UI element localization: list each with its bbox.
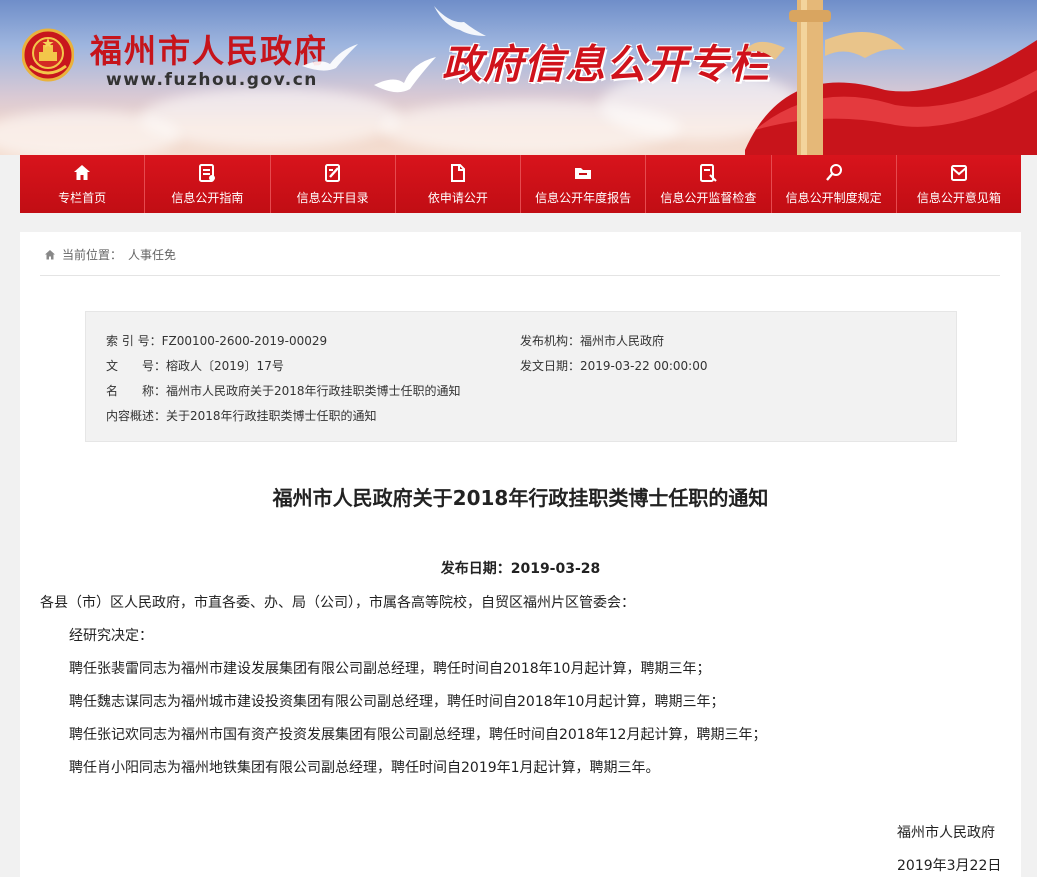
nav-item-catalog[interactable]: 信息公开目录 bbox=[270, 155, 396, 213]
nav-item-home[interactable]: 专栏首页 bbox=[20, 155, 146, 213]
paragraph: 聘任魏志谋同志为福州城市建设投资集团有限公司副总经理，聘任时间自2018年10月… bbox=[69, 694, 725, 710]
mailbox-icon bbox=[950, 164, 967, 181]
nav-item-label: 专栏首页 bbox=[58, 190, 107, 205]
paragraph: 聘任肖小阳同志为福州地铁集团有限公司副总经理，聘任时间自2019年1月起计算，聘… bbox=[69, 760, 660, 776]
nav-item-label: 信息公开目录 bbox=[296, 190, 369, 205]
meta-value: 福州市人民政府 bbox=[580, 334, 665, 348]
header-banner: 福州市人民政府 www.fuzhou.gov.cn 政府信息公开专栏 bbox=[0, 0, 1037, 155]
site-url[interactable]: www.fuzhou.gov.cn bbox=[106, 70, 318, 90]
nav-item-annual-report[interactable]: 信息公开年度报告 bbox=[521, 155, 647, 213]
nav-item-supervision[interactable]: 信息公开监督检查 bbox=[646, 155, 772, 213]
paragraph: 聘任张裴雷同志为福州市建设发展集团有限公司副总经理，聘任时间自2018年10月起… bbox=[69, 661, 711, 677]
meta-docno: 文 号：榕政人〔2019〕17号 bbox=[106, 357, 284, 374]
nav-item-regulations[interactable]: 信息公开制度规定 bbox=[771, 155, 897, 213]
sign-date: 2019年3月22日 bbox=[897, 858, 1002, 874]
divider bbox=[40, 275, 1000, 276]
meta-issue-date: 发文日期：2019-03-22 00:00:00 bbox=[520, 357, 707, 374]
nav-item-label: 信息公开制度规定 bbox=[785, 190, 882, 205]
salutation: 各县（市）区人民政府，市直各委、办、局（公司），市属各高等院校，自贸区福州片区管… bbox=[40, 595, 635, 611]
meta-publisher: 发布机构：福州市人民政府 bbox=[520, 332, 664, 349]
main-nav: 专栏首页 信息公开指南 信息公开目录 依申请公开 信息公开年度报告 信息公开监督… bbox=[20, 155, 1021, 213]
folder-icon bbox=[575, 167, 592, 179]
column-title: 政府信息公开专栏 bbox=[442, 42, 770, 88]
meta-info-box: 索 引 号：FZ00100-2600-2019-00029 发布机构：福州市人民… bbox=[85, 311, 957, 442]
paragraph: 聘任张记欢同志为福州市国有资产投资发展集团有限公司副总经理，聘任时间自2018年… bbox=[69, 727, 767, 743]
signature: 福州市人民政府 bbox=[897, 825, 995, 841]
meta-value: 关于2018年行政挂职类博士任职的通知 bbox=[166, 409, 377, 423]
guide-icon bbox=[199, 163, 216, 182]
search-icon bbox=[825, 163, 842, 181]
home-icon bbox=[74, 164, 91, 180]
nav-item-label: 依申请公开 bbox=[427, 190, 488, 205]
meta-label: 名 称： bbox=[106, 384, 167, 398]
meta-label: 发文日期： bbox=[520, 359, 581, 373]
nav-item-mailbox[interactable]: 信息公开意见箱 bbox=[896, 155, 1021, 213]
breadcrumb: 当前位置： 人事任免 bbox=[44, 246, 176, 263]
main-content: 当前位置： 人事任免 索 引 号：FZ00100-2600-2019-00029… bbox=[20, 232, 1021, 877]
breadcrumb-prefix: 当前位置： bbox=[62, 248, 123, 262]
dove-icon bbox=[302, 44, 358, 71]
paragraph: 经研究决定： bbox=[69, 628, 153, 644]
meta-value: 福州市人民政府关于2018年行政挂职类博士任职的通知 bbox=[166, 384, 461, 398]
catalog-icon bbox=[324, 163, 340, 182]
meta-summary: 内容概述：关于2018年行政挂职类博士任职的通知 bbox=[106, 407, 377, 424]
breadcrumb-current[interactable]: 人事任免 bbox=[128, 246, 176, 263]
meta-label: 索 引 号： bbox=[106, 334, 162, 348]
article-title: 福州市人民政府关于2018年行政挂职类博士任职的通知 bbox=[272, 486, 769, 510]
publish-date: 发布日期：2019-03-28 bbox=[440, 561, 601, 577]
nav-item-label: 信息公开监督检查 bbox=[660, 190, 757, 205]
national-emblem-icon bbox=[22, 28, 74, 82]
home-icon bbox=[45, 249, 55, 259]
nav-item-label: 信息公开年度报告 bbox=[535, 190, 632, 205]
meta-value: 2019-03-22 00:00:00 bbox=[580, 359, 708, 373]
nav-item-guide[interactable]: 信息公开指南 bbox=[145, 155, 271, 213]
meta-value: FZ00100-2600-2019-00029 bbox=[161, 334, 328, 348]
cloud-decoration bbox=[140, 88, 400, 148]
meta-label: 内容概述： bbox=[106, 409, 167, 423]
meta-label: 文 号： bbox=[106, 359, 167, 373]
nav-item-label: 信息公开意见箱 bbox=[916, 190, 1001, 205]
meta-name: 名 称：福州市人民政府关于2018年行政挂职类博士任职的通知 bbox=[106, 382, 461, 399]
nav-item-label: 信息公开指南 bbox=[171, 190, 244, 205]
meta-label: 发布机构： bbox=[520, 334, 581, 348]
meta-value: 榕政人〔2019〕17号 bbox=[166, 359, 284, 373]
nav-item-apply[interactable]: 依申请公开 bbox=[395, 155, 521, 213]
huabiao-column-icon bbox=[745, 0, 1037, 155]
document-icon bbox=[450, 163, 465, 182]
meta-index: 索 引 号：FZ00100-2600-2019-00029 bbox=[106, 332, 327, 349]
dove-icon bbox=[374, 57, 436, 93]
inspect-icon bbox=[700, 163, 718, 182]
site-name[interactable]: 福州市人民政府 bbox=[90, 26, 328, 72]
